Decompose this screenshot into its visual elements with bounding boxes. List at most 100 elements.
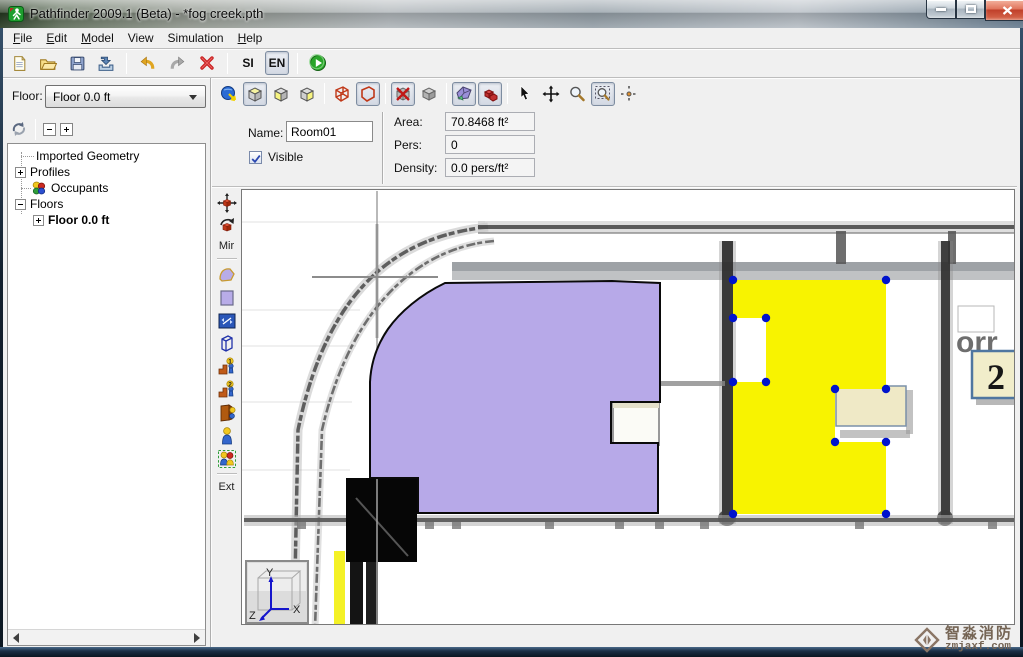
pan-tool-button[interactable] [539, 82, 563, 106]
area-label: Area: [394, 115, 423, 129]
add-occupant-tool[interactable] [215, 424, 239, 447]
view-top-button[interactable] [243, 82, 267, 106]
save-floppy-icon [69, 55, 86, 72]
tree-horizontal-scrollbar[interactable] [8, 629, 205, 645]
redo-button[interactable] [165, 51, 190, 75]
zoom-box-tool-button[interactable] [591, 82, 615, 106]
expand-icon[interactable] [15, 167, 26, 178]
orbit-sphere-icon [220, 85, 238, 103]
solid-cube-icon [420, 85, 438, 103]
floor-select[interactable]: Floor 0.0 ft [45, 85, 206, 108]
snap-crosshair-icon [620, 85, 638, 103]
tree-item-floor-0[interactable]: Floor 0.0 ft [33, 212, 109, 228]
maximize-button[interactable] [956, 0, 985, 19]
floorplan-canvas[interactable]: orr 2 [242, 190, 1014, 624]
zoom-tool-button[interactable] [565, 82, 589, 106]
tree-item-profiles[interactable]: Profiles [15, 164, 70, 180]
new-file-button[interactable] [7, 51, 31, 75]
maximize-icon [966, 5, 976, 13]
scroll-left-icon[interactable] [13, 633, 19, 643]
collapse-all-button[interactable] [43, 123, 56, 136]
save-button[interactable] [65, 51, 89, 75]
open-file-button[interactable] [36, 51, 60, 75]
menu-bar: File Edit Model View Simulation Help [6, 29, 269, 48]
tree-item-occupants[interactable]: Occupants [21, 180, 108, 196]
menu-model[interactable]: Model [74, 29, 121, 48]
import-button[interactable] [94, 51, 118, 75]
draw-polygon-room-tool[interactable] [215, 263, 239, 286]
occupant-group-icon [217, 449, 237, 469]
vertex-handle [762, 378, 770, 386]
menu-file[interactable]: File [6, 29, 39, 48]
room-room01[interactable] [370, 281, 660, 513]
open-folder-icon [39, 55, 57, 72]
stairs-tool-2[interactable]: 2 [215, 378, 239, 401]
extrude-room-tool[interactable] [215, 332, 239, 355]
select-tool-button[interactable] [513, 82, 537, 106]
tree-item-floors[interactable]: Floors [15, 196, 63, 212]
add-occupant-group-tool[interactable] [215, 447, 239, 470]
wireframe-view-button[interactable] [330, 82, 354, 106]
close-button[interactable] [985, 0, 1023, 21]
background-obstruction [334, 478, 417, 624]
occupants-group-icon [31, 180, 47, 196]
expand-all-button[interactable] [60, 123, 73, 136]
canvas-area[interactable]: orr 2 [241, 189, 1015, 625]
background-room-label: orr 2 [956, 306, 1014, 405]
stairs-icon: 1 [217, 357, 237, 377]
scroll-right-icon[interactable] [194, 633, 200, 643]
area-field: 70.8468 ft² [445, 112, 535, 131]
vertex-handle [882, 276, 890, 284]
move-object-tool[interactable] [215, 191, 239, 214]
draw-thin-room-tool[interactable] [215, 309, 239, 332]
application-window: Pathfinder 2009.1 (Beta) - *fog creek.pt… [0, 0, 1023, 657]
room-name-input[interactable] [286, 121, 373, 142]
title-bar[interactable]: Pathfinder 2009.1 (Beta) - *fog creek.pt… [0, 0, 1023, 28]
show-objects-button[interactable] [478, 82, 502, 106]
minimize-button[interactable] [926, 0, 956, 19]
snap-point-tool-button[interactable] [617, 82, 641, 106]
import-icon [97, 55, 115, 72]
magnifier-icon [568, 85, 586, 103]
extract-tool[interactable]: Ext [219, 478, 235, 496]
divider [3, 77, 1020, 79]
refresh-tree-icon[interactable] [10, 120, 28, 138]
draw-rectangle-room-tool[interactable] [215, 286, 239, 309]
show-background-button[interactable] [417, 82, 441, 106]
toolbar-separator [385, 83, 386, 104]
rotate-object-icon [217, 216, 237, 236]
vertex-handle [831, 385, 839, 393]
visible-checkbox[interactable] [249, 151, 262, 164]
view-front-button[interactable] [269, 82, 293, 106]
stairs-tool-1[interactable]: 1 [215, 355, 239, 378]
delete-button[interactable] [195, 51, 219, 75]
rotate-object-tool[interactable] [215, 214, 239, 237]
menu-help[interactable]: Help [231, 29, 270, 48]
menu-edit[interactable]: Edit [39, 29, 74, 48]
check-icon [250, 153, 262, 165]
occupant-icon [217, 426, 237, 446]
outline-view-button[interactable] [356, 82, 380, 106]
tree-item-imported-geometry[interactable]: Imported Geometry [21, 148, 139, 164]
si-units-button[interactable]: SI [236, 51, 260, 75]
tree-item-label: Floors [26, 197, 63, 211]
vertex-handle [729, 314, 737, 322]
show-rooms-button[interactable] [452, 82, 476, 106]
collapse-icon[interactable] [15, 199, 26, 210]
cube-side-icon [298, 85, 316, 103]
hide-background-button[interactable] [391, 82, 415, 106]
menu-simulation[interactable]: Simulation [161, 29, 231, 48]
floor-select-value: Floor 0.0 ft [53, 90, 110, 104]
watermark: 智淼消防 zmjaxf.com [914, 626, 1013, 653]
door-tool[interactable] [215, 401, 239, 424]
run-simulation-button[interactable] [306, 51, 330, 75]
orbit-view-button[interactable] [217, 82, 241, 106]
undo-button[interactable] [135, 51, 160, 75]
en-units-button[interactable]: EN [265, 51, 289, 75]
view-side-button[interactable] [295, 82, 319, 106]
navigation-tree[interactable]: Imported Geometry Profiles Occupants Flo… [7, 143, 206, 646]
cursor-arrow-icon [517, 85, 533, 102]
menu-view[interactable]: View [121, 29, 161, 48]
expand-icon[interactable] [33, 215, 44, 226]
mirror-tool[interactable]: Mir [219, 237, 234, 255]
